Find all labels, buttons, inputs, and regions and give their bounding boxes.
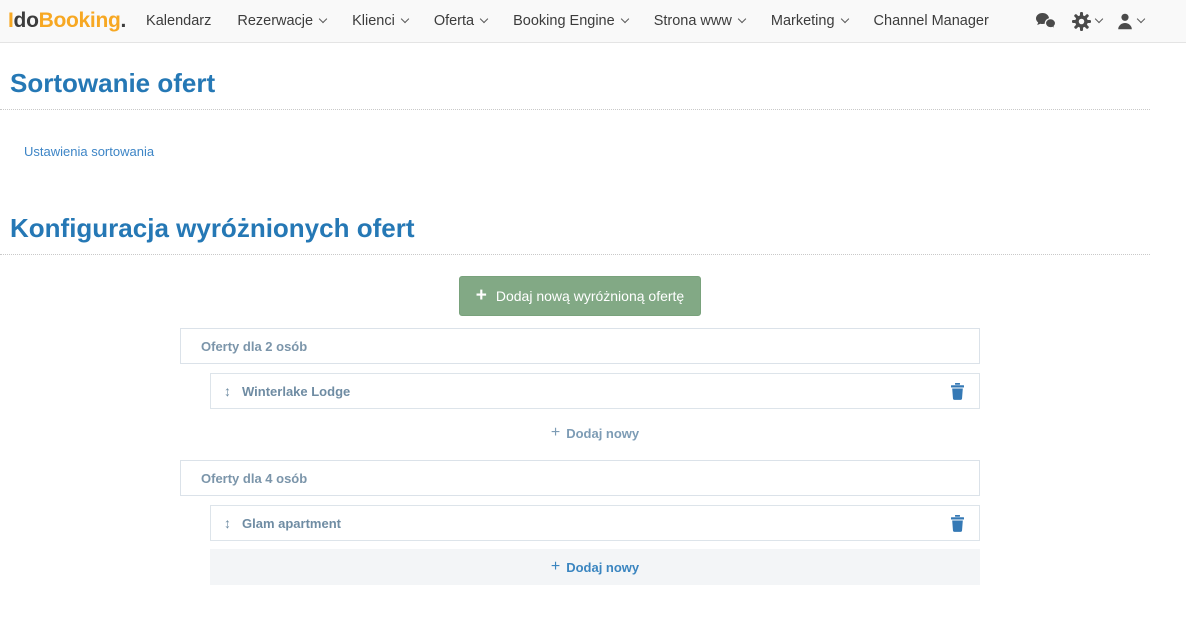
gear-icon[interactable]	[1072, 12, 1102, 31]
offer-group-4-osoby: Oferty dla 4 osób ↕ Glam apartment + Dod…	[180, 460, 980, 585]
chevron-down-icon	[319, 15, 327, 23]
logo-part: do	[14, 9, 39, 32]
offer-row[interactable]: ↕ Glam apartment	[210, 505, 980, 541]
offer-row[interactable]: ↕ Winterlake Lodge	[210, 373, 980, 409]
nav-item-kalendarz[interactable]: Kalendarz	[146, 13, 211, 29]
nav-item-oferta[interactable]: Oferta	[434, 13, 487, 29]
chevron-down-icon	[1095, 15, 1103, 23]
plus-icon: +	[551, 558, 560, 576]
plus-icon: +	[476, 286, 487, 305]
group-header-label: Oferty dla 2 osób	[201, 339, 307, 354]
add-new-label: Dodaj nowy	[566, 426, 639, 441]
nav-item-label: Kalendarz	[146, 13, 211, 29]
chevron-down-icon	[840, 15, 848, 23]
sorting-settings-link[interactable]: Ustawienia sortowania	[24, 144, 154, 159]
add-new-offer-link[interactable]: + Dodaj nowy	[210, 415, 980, 451]
plus-icon: +	[551, 424, 560, 442]
delete-offer-icon[interactable]	[950, 383, 965, 400]
chevron-down-icon	[401, 15, 409, 23]
nav-item-label: Channel Manager	[874, 13, 989, 29]
logo-part: .	[121, 9, 127, 32]
drag-handle-icon[interactable]: ↕	[224, 383, 231, 399]
offer-group-2-osoby: Oferty dla 2 osób ↕ Winterlake Lodge + D…	[180, 328, 980, 451]
chevron-down-icon	[738, 15, 746, 23]
offer-name: Winterlake Lodge	[242, 384, 350, 399]
page-title-featured-config: Konfiguracja wyróżnionych ofert	[10, 213, 1150, 243]
nav-item-rezerwacje[interactable]: Rezerwacje	[237, 13, 326, 29]
featured-offers-panel: + Dodaj nową wyróżnioną ofertę Oferty dl…	[180, 276, 980, 585]
logo-part: Booking	[39, 9, 121, 32]
add-new-label: Dodaj nowy	[566, 560, 639, 575]
add-featured-offer-label: Dodaj nową wyróżnioną ofertę	[496, 288, 684, 304]
chevron-down-icon	[620, 15, 628, 23]
offer-name: Glam apartment	[242, 516, 341, 531]
top-navbar: IdoBooking. Kalendarz Rezerwacje Klienci…	[0, 0, 1186, 43]
idobooking-logo[interactable]: IdoBooking.	[8, 9, 126, 33]
group-header: Oferty dla 2 osób	[180, 328, 980, 364]
drag-handle-icon[interactable]: ↕	[224, 515, 231, 531]
group-header-label: Oferty dla 4 osób	[201, 471, 307, 486]
nav-item-label: Klienci	[352, 13, 395, 29]
nav-item-label: Rezerwacje	[237, 13, 313, 29]
chevron-down-icon	[1137, 15, 1145, 23]
nav-item-channel-manager[interactable]: Channel Manager	[874, 13, 989, 29]
delete-offer-icon[interactable]	[950, 515, 965, 532]
nav-item-klienci[interactable]: Klienci	[352, 13, 408, 29]
add-new-offer-link[interactable]: + Dodaj nowy	[210, 549, 980, 585]
user-icon[interactable]	[1117, 13, 1144, 30]
nav-item-marketing[interactable]: Marketing	[771, 13, 848, 29]
nav-item-booking-engine[interactable]: Booking Engine	[513, 13, 628, 29]
navbar-actions	[1035, 12, 1144, 31]
nav-item-label: Marketing	[771, 13, 835, 29]
nav-item-strona-www[interactable]: Strona www	[654, 13, 745, 29]
page-title-sorting: Sortowanie ofert	[10, 68, 1150, 98]
chat-icon[interactable]	[1035, 12, 1057, 30]
add-featured-offer-button[interactable]: + Dodaj nową wyróżnioną ofertę	[459, 276, 701, 316]
nav-item-label: Oferta	[434, 13, 474, 29]
group-header: Oferty dla 4 osób	[180, 460, 980, 496]
divider	[0, 254, 1150, 255]
nav-item-label: Strona www	[654, 13, 732, 29]
nav-item-label: Booking Engine	[513, 13, 615, 29]
divider	[0, 109, 1150, 110]
chevron-down-icon	[480, 15, 488, 23]
main-menu: Kalendarz Rezerwacje Klienci Oferta Book…	[146, 13, 989, 29]
